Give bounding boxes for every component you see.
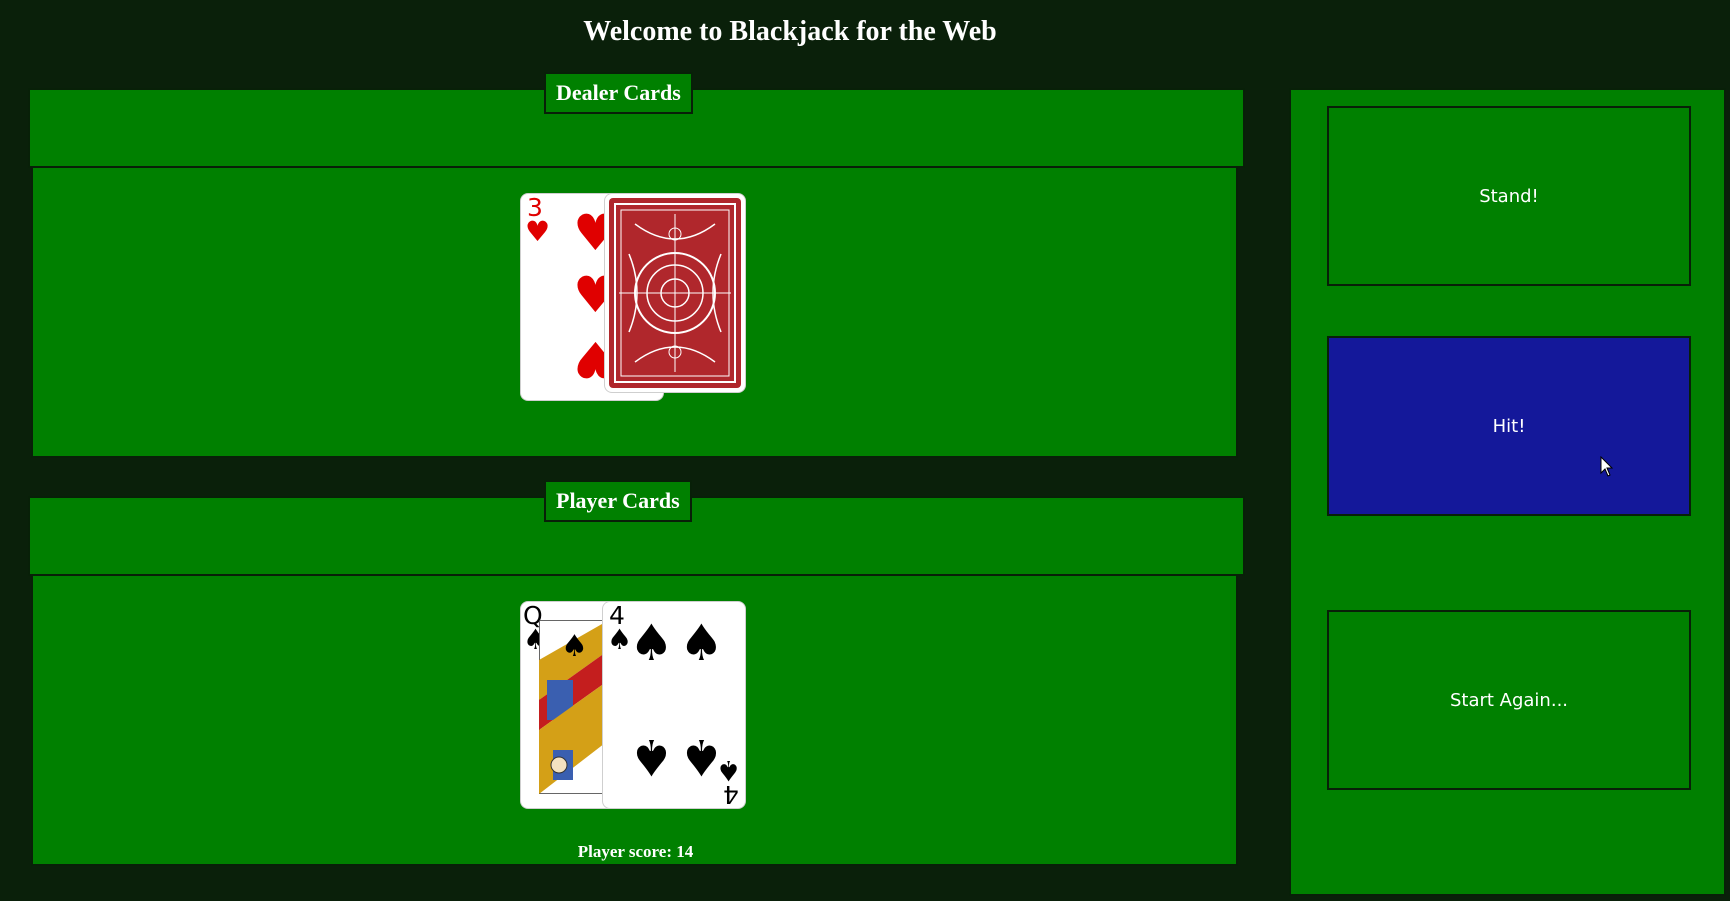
player-section: Player Cards Q ♠ ♠ 4 ♠ ♠ ♠ ♠ ♠ ♠ 4 Playe… bbox=[28, 480, 1245, 870]
action-panel: Stand! Hit! Start Again... bbox=[1289, 88, 1726, 896]
mouse-cursor-icon bbox=[1600, 456, 1614, 477]
spade-pip-icon: ♠ bbox=[629, 728, 674, 786]
hit-button[interactable]: Hit! bbox=[1327, 336, 1691, 516]
dealer-section: Dealer Cards 3 ♥ ♥ ♥ ♥ bbox=[28, 72, 1245, 462]
dealer-cards-label: Dealer Cards bbox=[544, 72, 693, 114]
dealer-card-area: 3 ♥ ♥ ♥ ♥ bbox=[31, 166, 1238, 458]
player-score: Player score: 14 bbox=[577, 842, 694, 861]
player-card-4-spades: 4 ♠ ♠ ♠ ♠ ♠ ♠ 4 bbox=[603, 602, 745, 808]
player-cards-label: Player Cards bbox=[544, 480, 692, 522]
card-back-pattern-icon bbox=[609, 198, 741, 388]
svg-text:♠: ♠ bbox=[561, 629, 588, 664]
spade-pip-icon: ♠ bbox=[629, 614, 674, 672]
heart-icon: ♥ bbox=[525, 215, 551, 248]
queen-face-art-icon: ♠ bbox=[539, 620, 609, 794]
player-card-area: Q ♠ ♠ 4 ♠ ♠ ♠ ♠ ♠ ♠ 4 bbox=[31, 574, 1238, 866]
start-again-button[interactable]: Start Again... bbox=[1327, 610, 1691, 790]
page-title: Welcome to Blackjack for the Web bbox=[583, 16, 997, 47]
spade-pip-icon: ♠ bbox=[679, 614, 724, 672]
stand-button[interactable]: Stand! bbox=[1327, 106, 1691, 286]
card-rank: 4 bbox=[723, 780, 739, 808]
dealer-card-face-down bbox=[605, 194, 745, 392]
